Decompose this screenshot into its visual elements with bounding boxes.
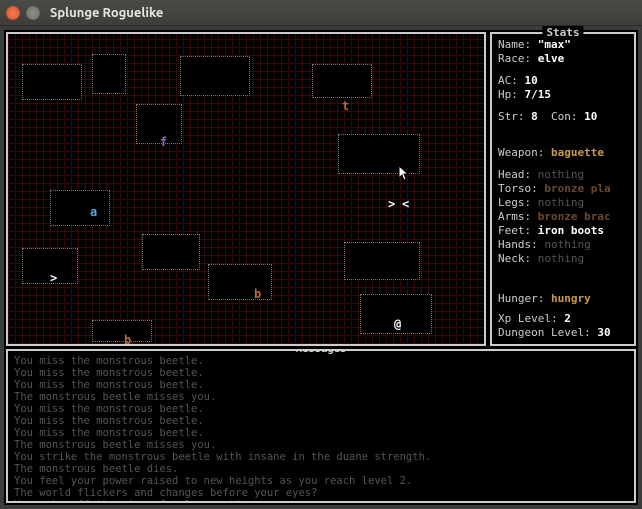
dungeon-room [136, 104, 182, 144]
message-line: You miss the monstrous beetle. [14, 379, 628, 391]
stats-panel: Stats Name: "max" Race: elve AC: 10 Hp: … [490, 32, 636, 346]
map-glyph-monster_t: t [342, 100, 349, 112]
xp-value: 2 [564, 312, 571, 325]
map-glyph-player: @ [394, 318, 401, 330]
name-label: Name: [498, 38, 531, 51]
stats-title: Stats [542, 26, 583, 40]
race-label: Race: [498, 52, 531, 65]
map-panel[interactable]: > t f a > < b @ b [6, 32, 486, 346]
hunger-label: Hunger: [498, 292, 544, 305]
dlvl-label: Dungeon Level: [498, 326, 591, 339]
dungeon-room [92, 54, 126, 94]
close-icon[interactable] [6, 6, 20, 20]
feet-label: Feet: [498, 224, 531, 237]
hunger-value: hungry [551, 292, 591, 305]
dungeon-room [142, 234, 200, 270]
message-line: You miss the monstrous beetle. [14, 415, 628, 427]
window-title: Splunge Roguelike [50, 6, 163, 20]
torso-label: Torso: [498, 182, 538, 195]
messages-title: Messages [292, 349, 351, 355]
dungeon-room [312, 64, 372, 98]
ac-label: AC: [498, 74, 518, 87]
dungeon-room [92, 320, 152, 342]
map-glyph-monster_b: b [124, 334, 131, 346]
str-label: Str: [498, 110, 525, 123]
str-value: 8 [531, 110, 538, 123]
neck-label: Neck: [498, 252, 531, 265]
map-glyph-monster_f: f [160, 136, 167, 148]
minimize-icon[interactable] [26, 6, 40, 20]
legs-value: nothing [538, 196, 584, 209]
hp-label: Hp: [498, 88, 518, 101]
ac-value: 10 [525, 74, 538, 87]
message-line: You take off the ring of teleportation. [14, 499, 628, 503]
map-glyph-item_a: a [90, 206, 97, 218]
feet-value: iron boots [538, 224, 604, 237]
hands-label: Hands: [498, 238, 538, 251]
hp-value: 7/15 [525, 88, 552, 101]
map-glyph-stairs_up: < [402, 198, 409, 210]
head-value: nothing [538, 168, 584, 181]
dungeon-room [180, 56, 250, 96]
message-line: You strike the monstrous beetle with ins… [14, 451, 628, 463]
message-line: You miss the monstrous beetle. [14, 427, 628, 439]
message-line: The world flickers and changes before yo… [14, 487, 628, 499]
message-line: You feel your power raised to new height… [14, 475, 628, 487]
message-line: You miss the monstrous beetle. [14, 367, 628, 379]
hands-value: nothing [544, 238, 590, 251]
neck-value: nothing [538, 252, 584, 265]
messages-panel: Messages You miss the monstrous beetle.Y… [6, 349, 636, 503]
map-glyph-stairs_down: > [50, 272, 57, 284]
con-label: Con: [551, 110, 578, 123]
message-line: The monstrous beetle dies. [14, 463, 628, 475]
dungeon-room [50, 190, 110, 226]
dungeon-room [338, 134, 420, 174]
torso-value: bronze pla [544, 182, 610, 195]
dlvl-value: 30 [597, 326, 610, 339]
dungeon-room [344, 242, 420, 280]
weapon-value: baguette [551, 146, 604, 159]
dungeon-room [22, 64, 82, 100]
window-titlebar: Splunge Roguelike [0, 0, 642, 26]
game-area: > t f a > < b @ b Stats Name: "max" Race: elve A… [4, 30, 638, 505]
legs-label: Legs: [498, 196, 531, 209]
xp-label: Xp Level: [498, 312, 558, 325]
map-glyph-monster_b: b [254, 288, 261, 300]
race-value: elve [538, 52, 565, 65]
message-line: The monstrous beetle misses you. [14, 391, 628, 403]
head-label: Head: [498, 168, 531, 181]
arms-value: bronze brac [538, 210, 611, 223]
message-line: You miss the monstrous beetle. [14, 403, 628, 415]
dungeon-room [208, 264, 272, 300]
message-line: The monstrous beetle misses you. [14, 439, 628, 451]
map-glyph-stairs_down: > [388, 198, 395, 210]
message-line: You miss the monstrous beetle. [14, 355, 628, 367]
arms-label: Arms: [498, 210, 531, 223]
weapon-label: Weapon: [498, 146, 544, 159]
con-value: 10 [584, 110, 597, 123]
